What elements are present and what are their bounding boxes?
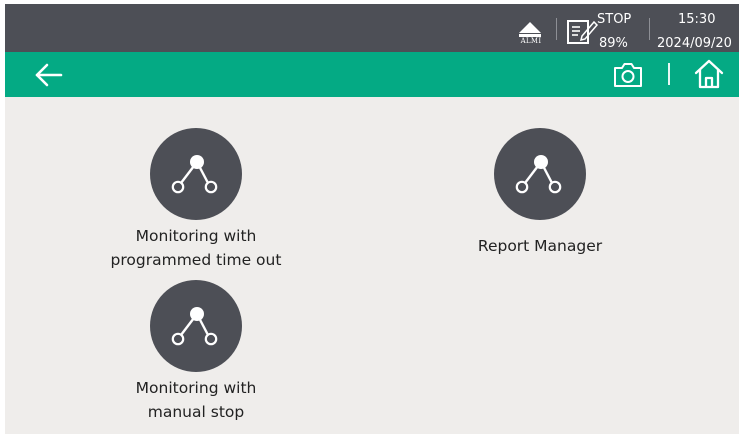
report-manager-button[interactable]: Report Manager xyxy=(445,128,635,258)
battery-percent: 89% xyxy=(599,36,628,51)
camera-icon[interactable] xyxy=(609,56,647,94)
home-icon[interactable] xyxy=(689,54,729,94)
tile-label-line: Report Manager xyxy=(477,237,603,255)
tile-icon-circle xyxy=(494,128,586,220)
back-arrow-icon[interactable] xyxy=(29,55,69,95)
node-tree-icon xyxy=(515,155,562,194)
report-edit-icon[interactable] xyxy=(565,16,599,46)
status-separator xyxy=(556,18,557,40)
tile-label-line: Monitoring with xyxy=(135,379,257,397)
node-tree-icon xyxy=(171,307,218,346)
tile-label: Report Manager xyxy=(445,234,635,258)
node-tree-icon xyxy=(171,155,218,194)
monitoring-manual-stop-button[interactable]: Monitoring with manual stop xyxy=(100,280,292,424)
tile-icon-circle xyxy=(150,128,242,220)
tile-label: Monitoring with programmed time out xyxy=(100,224,292,272)
tile-icon-circle xyxy=(150,280,242,372)
alarm-label: ALMI xyxy=(520,37,542,45)
tile-label-line: programmed time out xyxy=(110,251,282,269)
run-state-text: STOP xyxy=(597,12,632,27)
tile-label-line: manual stop xyxy=(147,403,245,421)
status-bar: ALMI STOP 89% 15:30 2024/09/20 xyxy=(5,4,739,52)
clock-date: 2024/09/20 xyxy=(657,36,732,51)
tile-label: Monitoring with manual stop xyxy=(100,376,292,424)
screen: ALMI STOP 89% 15:30 2024/09/20 Monitorin… xyxy=(5,4,739,434)
clock-time: 15:30 xyxy=(678,12,716,27)
toolbar-separator xyxy=(668,63,670,85)
toolbar xyxy=(5,52,739,97)
monitoring-programmed-timeout-button[interactable]: Monitoring with programmed time out xyxy=(100,128,292,272)
tile-label-line: Monitoring with xyxy=(135,227,257,245)
status-separator xyxy=(649,18,650,40)
